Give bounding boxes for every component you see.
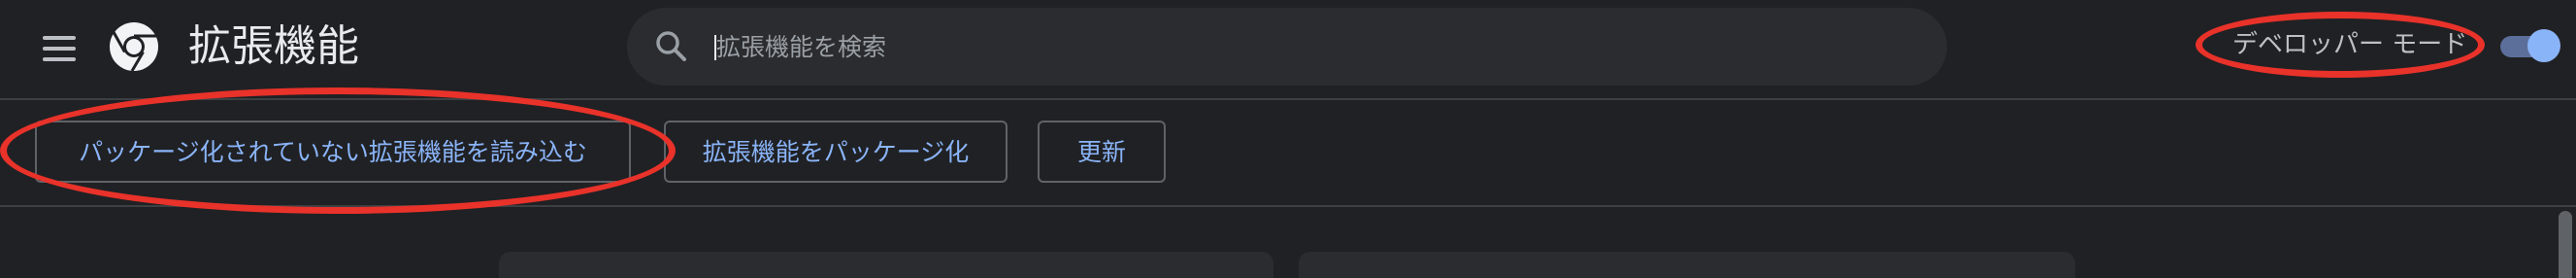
page-title: 拡張機能 xyxy=(188,21,359,71)
header: 拡張機能 デベロッパー モード xyxy=(0,0,2576,100)
scrollbar[interactable] xyxy=(2559,211,2572,278)
search-icon[interactable] xyxy=(652,27,691,66)
toggle-knob xyxy=(2527,29,2560,62)
extension-card xyxy=(1299,252,2075,278)
chrome-logo-icon xyxy=(110,22,158,72)
developer-mode-label: デベロッパー モード xyxy=(2232,30,2468,59)
update-button[interactable]: 更新 xyxy=(1038,121,1166,183)
extension-card xyxy=(499,252,1273,278)
search-input[interactable] xyxy=(716,21,1881,72)
hamburger-menu-icon[interactable] xyxy=(43,29,82,68)
developer-mode-toggle[interactable] xyxy=(2500,29,2562,62)
developer-toolbar: パッケージ化されていない拡張機能を読み込む 拡張機能をパッケージ化 更新 xyxy=(0,100,2576,207)
load-unpacked-button[interactable]: パッケージ化されていない拡張機能を読み込む xyxy=(35,121,631,183)
extensions-list xyxy=(0,207,2576,278)
search-box[interactable] xyxy=(627,8,1947,86)
pack-extension-button[interactable]: 拡張機能をパッケージ化 xyxy=(664,121,1007,183)
extensions-page: 拡張機能 デベロッパー モード パッケージ化されていない拡張機能を読み込む 拡張… xyxy=(0,0,2576,278)
